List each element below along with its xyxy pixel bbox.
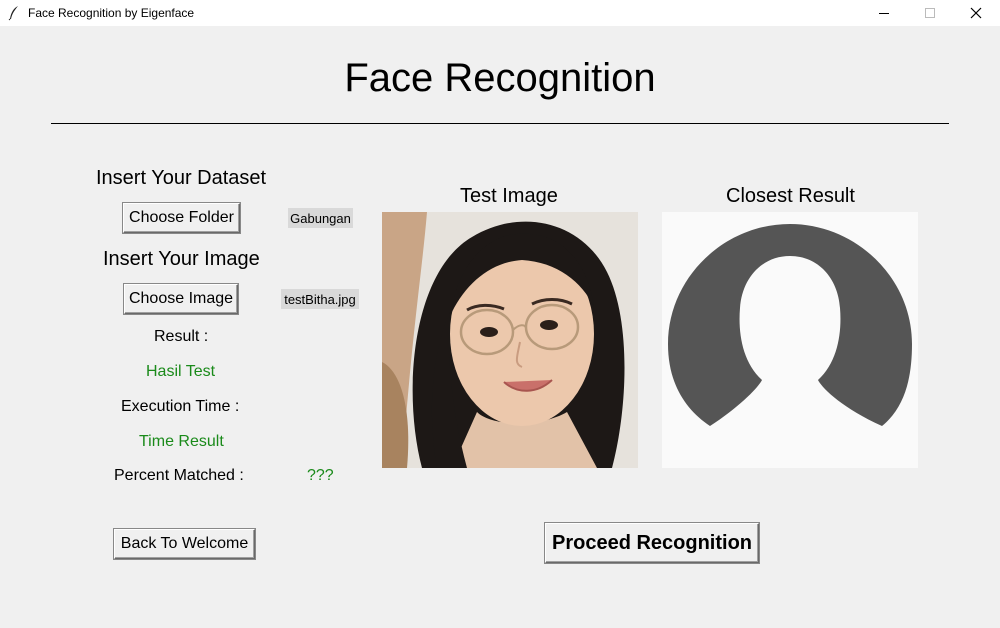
app-body: Face Recognition Insert Your Dataset Cho…: [0, 26, 1000, 628]
execution-time-label: Execution Time :: [121, 398, 240, 415]
divider: [51, 123, 949, 124]
result-label: Result :: [154, 328, 209, 345]
percent-matched-value: ???: [307, 467, 334, 484]
title-bar: Face Recognition by Eigenface: [0, 0, 1000, 26]
back-to-welcome-button[interactable]: Back To Welcome: [114, 529, 255, 559]
closest-result-title: Closest Result: [726, 185, 855, 207]
execution-time-value: Time Result: [139, 433, 224, 450]
folder-value: Gabungan: [288, 208, 353, 228]
close-icon[interactable]: [953, 0, 999, 26]
choose-image-button[interactable]: Choose Image: [124, 284, 238, 314]
test-image-title: Test Image: [460, 185, 558, 207]
test-image: [382, 212, 638, 468]
maximize-icon[interactable]: [907, 0, 953, 26]
result-value: Hasil Test: [146, 363, 216, 380]
percent-matched-label: Percent Matched :: [114, 467, 244, 484]
image-label: Insert Your Image: [103, 248, 260, 270]
closest-result-image: [662, 212, 918, 468]
minimize-icon[interactable]: [861, 0, 907, 26]
proceed-recognition-button[interactable]: Proceed Recognition: [545, 523, 759, 563]
page-title: Face Recognition: [344, 56, 656, 100]
image-value: testBitha.jpg: [281, 289, 359, 309]
dataset-label: Insert Your Dataset: [96, 167, 267, 189]
user-placeholder-icon: [662, 212, 918, 468]
choose-folder-button[interactable]: Choose Folder: [123, 203, 240, 233]
feather-icon: [8, 5, 20, 21]
window-title: Face Recognition by Eigenface: [28, 6, 195, 20]
